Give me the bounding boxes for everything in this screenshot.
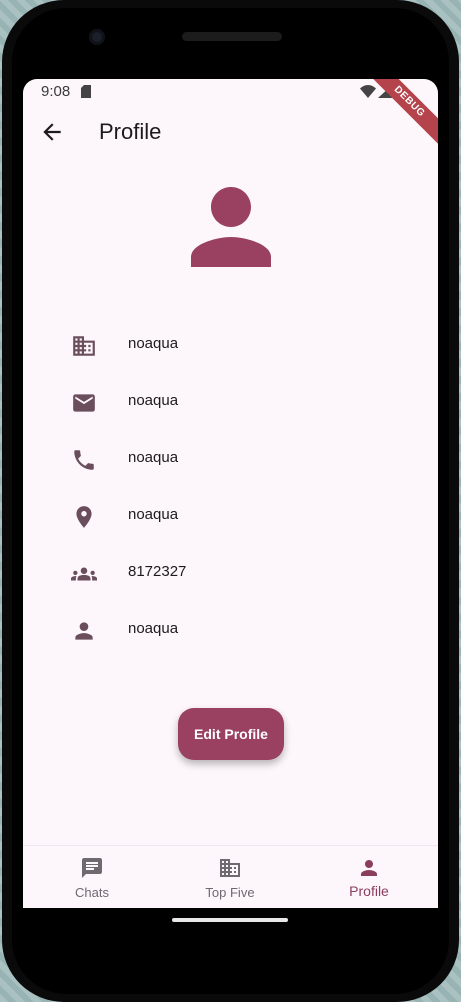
- nav-item-profile[interactable]: Profile: [300, 846, 438, 908]
- edit-profile-button[interactable]: Edit Profile: [178, 708, 284, 760]
- app-screen: 9:08 DEBUG Profile noaqua noaqua noaqua …: [23, 79, 438, 908]
- app-bar: Profile: [23, 105, 438, 161]
- profile-field-value: noaqua: [128, 620, 179, 637]
- profile-field-value: noaqua: [128, 449, 179, 466]
- profile-field-name: noaqua: [23, 610, 438, 650]
- mail-icon: [73, 394, 95, 412]
- status-bar: 9:08 DEBUG: [23, 79, 438, 148]
- bottom-navigation: Chats Top Five Profile: [23, 845, 438, 908]
- person-icon: [361, 860, 377, 876]
- back-arrow-icon[interactable]: [39, 119, 65, 145]
- profile-field-location: noaqua: [23, 496, 438, 536]
- sim-card-icon: [81, 85, 91, 98]
- profile-field-phone: noaqua: [23, 439, 438, 479]
- nav-label: Profile: [349, 883, 389, 899]
- nav-item-chats[interactable]: Chats: [23, 846, 161, 908]
- group-icon: [71, 567, 97, 581]
- profile-field-value: noaqua: [128, 392, 179, 409]
- profile-avatar-icon: [191, 187, 271, 267]
- location-pin-icon: [76, 506, 92, 528]
- profile-field-email: noaqua: [23, 382, 438, 422]
- nav-label: Chats: [75, 885, 109, 900]
- profile-field-value: noaqua: [128, 335, 179, 352]
- profile-field-company: noaqua: [23, 325, 438, 365]
- profile-field-value: 8172327: [128, 563, 187, 580]
- page-title: Profile: [99, 119, 162, 144]
- earpiece-speaker: [182, 32, 282, 41]
- home-indicator[interactable]: [172, 918, 288, 922]
- nav-label: Top Five: [205, 885, 255, 900]
- profile-field-value: noaqua: [128, 506, 179, 523]
- front-camera: [89, 29, 105, 45]
- nav-item-top-five[interactable]: Top Five: [161, 846, 299, 908]
- business-icon: [73, 336, 95, 356]
- status-time: 9:08: [41, 83, 71, 100]
- person-icon: [75, 622, 93, 640]
- phone-icon: [74, 450, 94, 470]
- chat-icon: [82, 858, 102, 878]
- business-icon: [220, 859, 240, 877]
- wifi-icon: [360, 85, 376, 98]
- profile-field-group: 8172327: [23, 553, 438, 593]
